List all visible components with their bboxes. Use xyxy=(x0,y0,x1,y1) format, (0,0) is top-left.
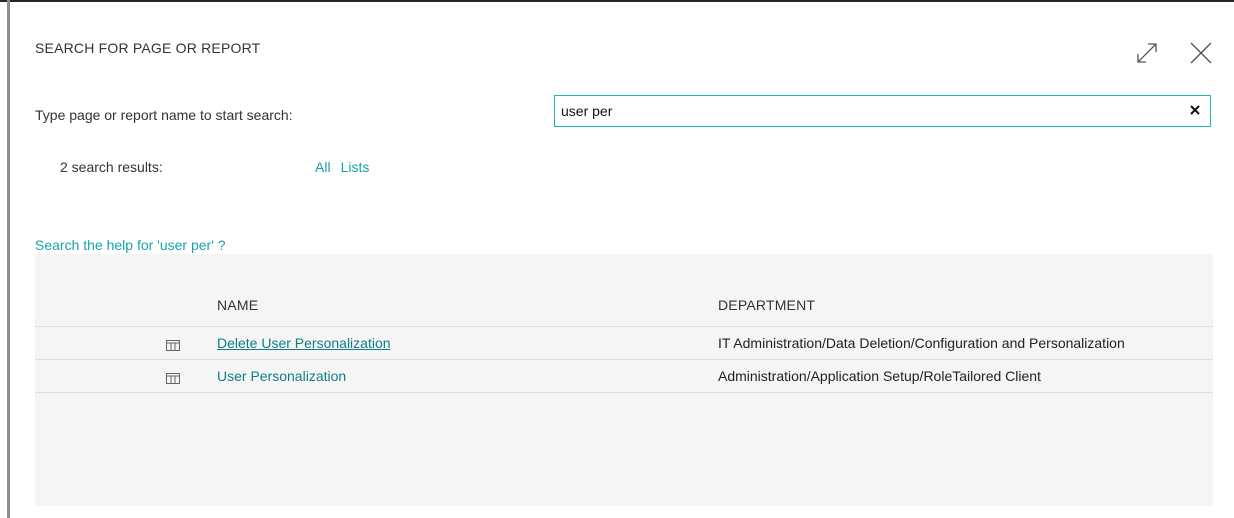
column-header-department[interactable]: DEPARTMENT xyxy=(718,297,815,313)
results-grid: NAME DEPARTMENT Delete User Personalizat… xyxy=(35,254,1213,506)
dialog-controls xyxy=(1132,38,1216,68)
results-count: 2 search results: xyxy=(60,159,163,175)
table-row[interactable]: Delete User Personalization IT Administr… xyxy=(35,327,1213,360)
list-page-icon xyxy=(166,371,180,384)
row-name-link[interactable]: Delete User Personalization xyxy=(217,335,391,351)
dialog-title: SEARCH FOR PAGE OR REPORT xyxy=(35,40,261,56)
row-department: IT Administration/Data Deletion/Configur… xyxy=(718,335,1125,351)
table-row[interactable]: User Personalization Administration/Appl… xyxy=(35,360,1213,393)
search-dialog: SEARCH FOR PAGE OR REPORT Type page or r… xyxy=(10,2,1234,518)
row-name-link[interactable]: User Personalization xyxy=(217,368,346,384)
clear-icon[interactable] xyxy=(1188,103,1202,117)
search-prompt-label: Type page or report name to start search… xyxy=(35,107,293,123)
list-page-icon xyxy=(166,338,180,351)
filter-lists-link[interactable]: Lists xyxy=(341,159,370,175)
result-filters: All Lists xyxy=(315,159,369,175)
close-icon[interactable] xyxy=(1186,38,1216,68)
expand-icon[interactable] xyxy=(1132,38,1162,68)
column-header-name[interactable]: NAME xyxy=(217,297,258,313)
search-input[interactable] xyxy=(555,96,1175,126)
search-box[interactable] xyxy=(554,95,1211,127)
row-department: Administration/Application Setup/RoleTai… xyxy=(718,368,1041,384)
filter-all-link[interactable]: All xyxy=(315,159,331,175)
search-help-link[interactable]: Search the help for 'user per' ? xyxy=(35,237,226,253)
